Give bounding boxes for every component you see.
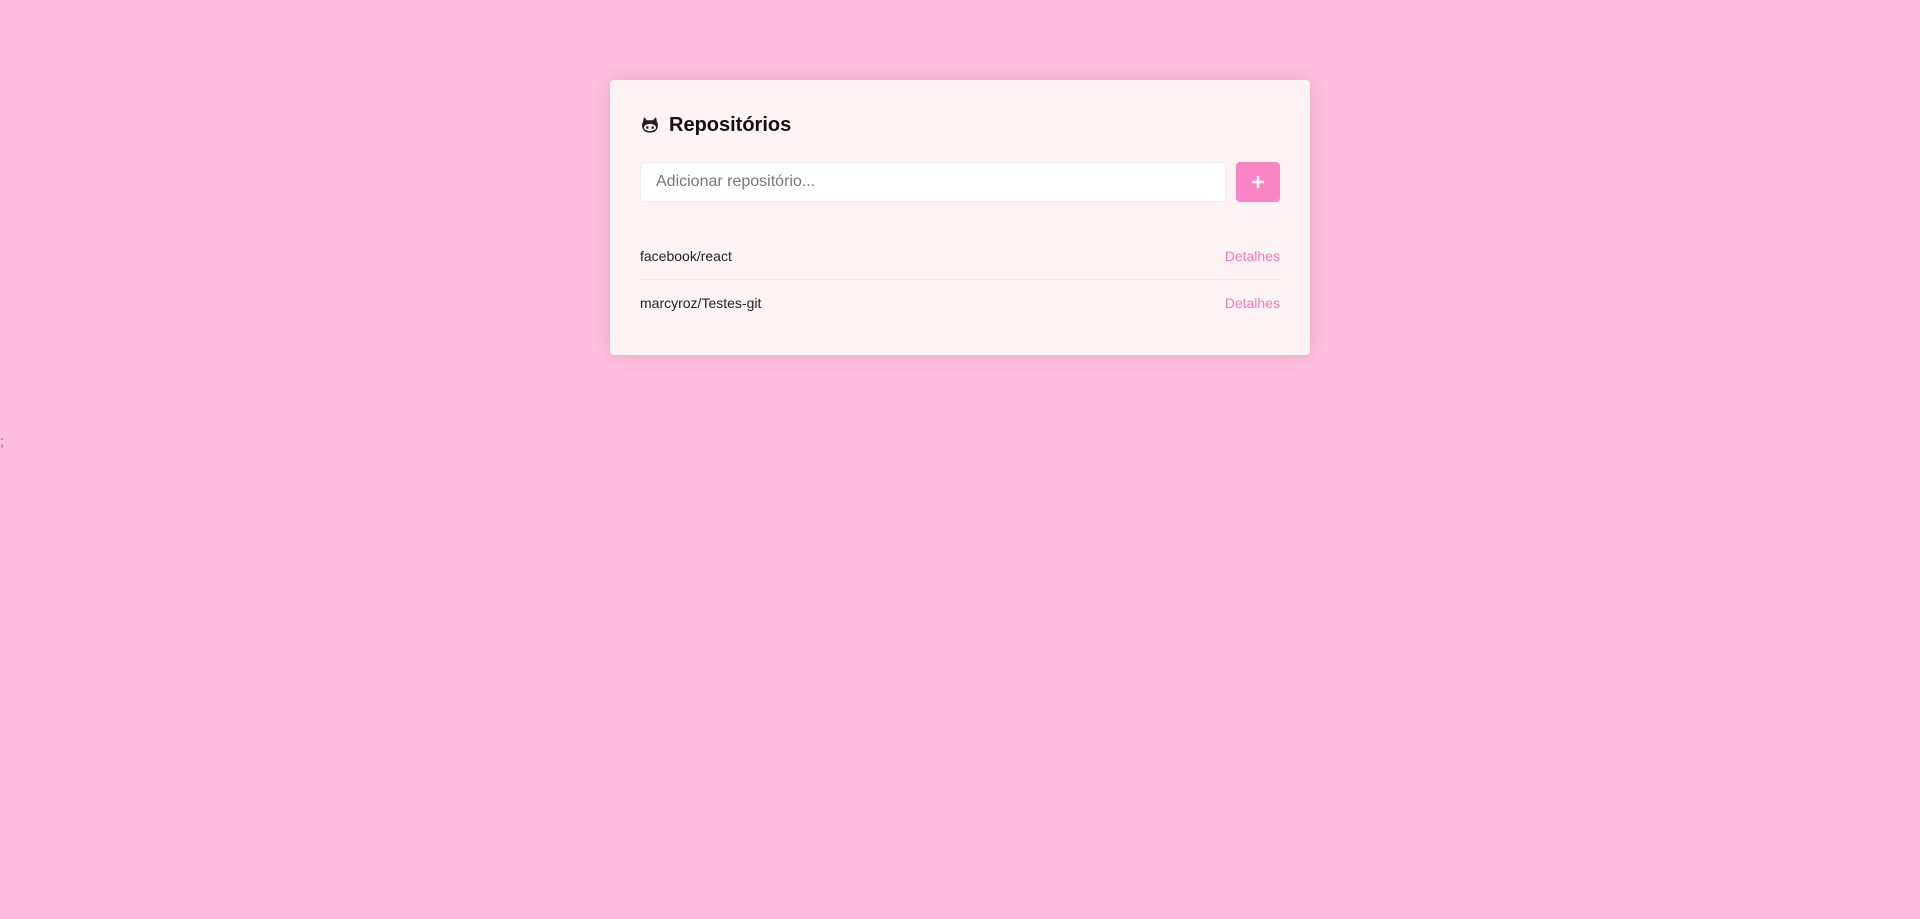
details-link[interactable]: Detalhes — [1225, 248, 1280, 264]
details-link[interactable]: Detalhes — [1225, 295, 1280, 311]
repository-name: facebook/react — [640, 247, 732, 264]
repository-list: facebook/react Detalhes marcyroz/Testes-… — [640, 232, 1280, 326]
page-title: Repositórios — [640, 110, 1280, 140]
stray-text: ; — [0, 433, 4, 449]
add-repository-button[interactable] — [1236, 162, 1280, 202]
page-title-text: Repositórios — [669, 113, 792, 136]
github-icon — [640, 115, 660, 135]
list-item: marcyroz/Testes-git Detalhes — [640, 279, 1280, 326]
repository-name: marcyroz/Testes-git — [640, 295, 762, 311]
repository-input[interactable] — [640, 162, 1226, 202]
add-repository-form — [640, 162, 1280, 202]
repositories-card: Repositórios facebook/react Detalhes mar… — [610, 80, 1310, 355]
plus-icon — [1252, 176, 1264, 188]
list-item: facebook/react Detalhes — [640, 232, 1280, 279]
